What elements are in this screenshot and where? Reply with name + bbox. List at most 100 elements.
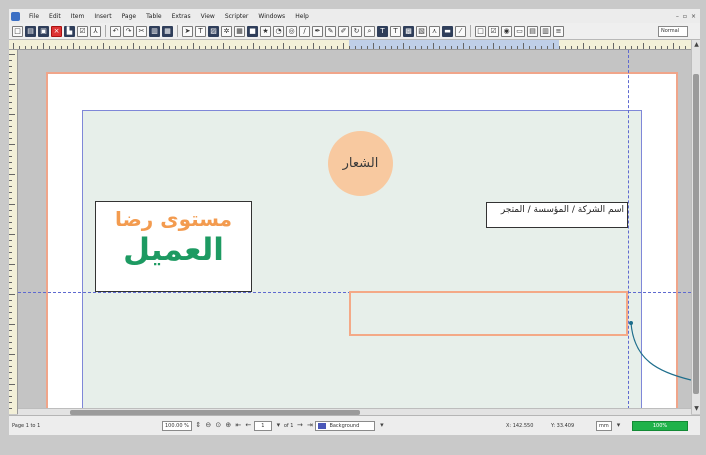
scroll-up-icon[interactable]: ▲: [692, 40, 701, 50]
zoom-in-icon[interactable]: ⊕: [224, 421, 233, 430]
vertical-scrollbar[interactable]: ▲ ▼: [691, 40, 700, 414]
menu-file[interactable]: File: [24, 13, 44, 20]
zoom-field[interactable]: 100.00 %: [162, 420, 192, 431]
previous-page-icon[interactable]: ←: [244, 421, 253, 430]
select-tool-icon[interactable]: ➤: [182, 25, 193, 37]
ruler-tick: [9, 402, 12, 403]
paste-icon[interactable]: ▦: [162, 25, 173, 37]
zoom-100-icon[interactable]: ⊙: [214, 421, 223, 430]
print-icon[interactable]: ▙: [64, 25, 75, 37]
ruler-tick: [9, 336, 12, 337]
document-canvas[interactable]: الشعار اسم الشركة / المؤسسة / المتجر مست…: [18, 50, 691, 414]
pdf-checkbox-icon[interactable]: ☑: [488, 25, 499, 37]
page-dropdown-icon[interactable]: ▾: [274, 421, 283, 430]
cut-icon[interactable]: ✂: [136, 25, 147, 37]
unit-select[interactable]: mm: [596, 420, 612, 431]
pdf-textfield-icon[interactable]: ▭: [514, 25, 525, 37]
menu-help[interactable]: Help: [290, 13, 314, 20]
save-icon[interactable]: ▣: [38, 25, 49, 37]
copy-icon[interactable]: ▥: [149, 25, 160, 37]
arc-icon[interactable]: ◔: [273, 25, 284, 37]
layer-dropdown-icon[interactable]: ▾: [377, 421, 386, 430]
edit-content-icon[interactable]: T: [377, 25, 388, 37]
ruler-tick: [211, 46, 212, 49]
ruler-tick: [271, 46, 272, 49]
ruler-tick: [583, 43, 584, 49]
ruler-tick: [121, 46, 122, 49]
copy-properties-icon[interactable]: ▬: [442, 25, 453, 37]
menu-insert[interactable]: Insert: [89, 13, 116, 20]
ruler-tick: [373, 43, 374, 49]
close-document-icon[interactable]: ×: [51, 25, 62, 37]
shape-icon[interactable]: ■: [247, 25, 258, 37]
vertical-scroll-thumb[interactable]: [693, 74, 699, 394]
page-number-field[interactable]: 1: [253, 420, 272, 431]
minimize-button[interactable]: –: [676, 13, 679, 20]
bezier-icon[interactable]: ✒: [312, 25, 323, 37]
freehand-icon[interactable]: ✎: [325, 25, 336, 37]
pdf-listbox-icon[interactable]: ▥: [540, 25, 551, 37]
text-frame-icon[interactable]: T: [195, 25, 206, 37]
pdf-annotation-icon[interactable]: ≡: [553, 25, 564, 37]
menu-view[interactable]: View: [196, 13, 220, 20]
horizontal-ruler[interactable]: [9, 40, 691, 50]
calligraphic-icon[interactable]: ✐: [338, 25, 349, 37]
zoom-icon[interactable]: ⌕: [364, 25, 375, 37]
ruler-tick: [475, 46, 476, 49]
rotate-icon[interactable]: ↻: [351, 25, 362, 37]
menu-windows[interactable]: Windows: [253, 13, 290, 20]
preflight-icon[interactable]: ☑: [77, 25, 88, 37]
close-button[interactable]: ×: [691, 13, 696, 20]
ruler-tick: [9, 192, 12, 193]
maximize-button[interactable]: ▫: [683, 13, 687, 20]
spiral-icon[interactable]: ◎: [286, 25, 297, 37]
next-page-icon[interactable]: →: [295, 421, 304, 430]
image-preview-mode-select[interactable]: Normal: [658, 25, 688, 37]
menu-page[interactable]: Page: [117, 13, 142, 20]
menu-table[interactable]: Table: [141, 13, 167, 20]
ruler-tick: [415, 46, 416, 49]
ruler-tick: [9, 240, 12, 241]
ruler-tick: [601, 46, 602, 49]
measure-icon[interactable]: ⋏: [429, 25, 440, 37]
unlink-frames-icon[interactable]: ▧: [416, 25, 427, 37]
ruler-tick: [9, 366, 12, 367]
first-page-icon[interactable]: ⇤: [234, 421, 243, 430]
menu-scripter[interactable]: Scripter: [220, 13, 254, 20]
link-frames-icon[interactable]: ▩: [403, 25, 414, 37]
ruler-tick: [397, 46, 398, 49]
new-document-icon[interactable]: □: [12, 25, 23, 37]
ruler-tick: [9, 330, 12, 331]
zoom-out-icon[interactable]: ⊖: [204, 421, 213, 430]
pdf-combobox-icon[interactable]: ▤: [527, 25, 538, 37]
menu-extras[interactable]: Extras: [167, 13, 196, 20]
unit-dropdown-icon[interactable]: ▾: [614, 421, 623, 430]
image-frame-icon[interactable]: ▨: [208, 25, 219, 37]
redo-icon[interactable]: ↷: [123, 25, 134, 37]
table-icon[interactable]: ▦: [234, 25, 245, 37]
menu-edit[interactable]: Edit: [44, 13, 66, 20]
open-document-icon[interactable]: ▤: [25, 25, 36, 37]
layer-select[interactable]: Background: [315, 420, 376, 431]
scroll-down-icon[interactable]: ▼: [692, 404, 701, 414]
ruler-tick: [163, 43, 164, 49]
undo-icon[interactable]: ↶: [110, 25, 121, 37]
ruler-tick: [265, 46, 266, 49]
horizontal-scrollbar[interactable]: [18, 408, 691, 415]
line-icon[interactable]: /: [299, 25, 310, 37]
export-pdf-icon[interactable]: ⅄: [90, 25, 101, 37]
menu-item[interactable]: Item: [66, 13, 90, 20]
page-count-label: Page 1 to 1: [12, 422, 41, 429]
last-page-icon[interactable]: ⇥: [305, 421, 314, 430]
pdf-button-icon[interactable]: □: [475, 25, 486, 37]
ruler-tick: [9, 54, 15, 55]
vertical-ruler[interactable]: [9, 50, 18, 414]
ruler-tick: [9, 258, 12, 259]
edit-text-icon[interactable]: T: [390, 25, 401, 37]
zoom-spin-icon[interactable]: ⇕: [194, 421, 203, 430]
pdf-radio-icon[interactable]: ◉: [501, 25, 512, 37]
eyedropper-icon[interactable]: ⁄: [455, 25, 466, 37]
ruler-tick: [361, 46, 362, 49]
render-frame-icon[interactable]: ✲: [221, 25, 232, 37]
polygon-icon[interactable]: ★: [260, 25, 271, 37]
